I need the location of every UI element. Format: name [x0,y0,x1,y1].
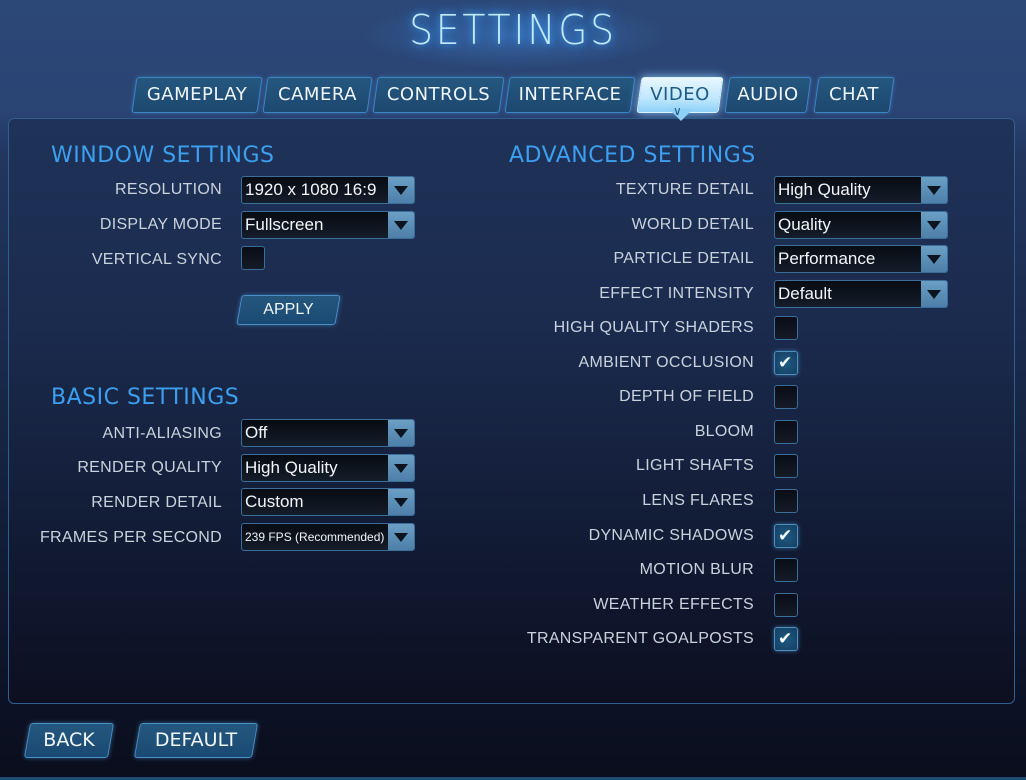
tab-audio[interactable]: AUDIO [724,77,812,113]
dropdown-arrow-icon [921,177,947,203]
render-quality-label: RENDER QUALITY [77,459,222,476]
advanced-checkbox[interactable]: ✔ [774,523,798,548]
advanced-checkbox[interactable] [774,454,798,479]
dropdown-arrow-icon [921,246,947,273]
tab-label: CONTROLS [386,84,491,105]
advanced-checkbox-label: DYNAMIC SHADOWS [588,526,754,544]
anti-aliasing-value: Off [245,423,268,442]
fps-label: FRAMES PER SECOND [39,529,222,546]
advanced-dropdown-value: Performance [778,249,876,269]
advanced-checkbox-label: LIGHT SHAFTS [636,457,754,475]
advanced-checkbox-label: WEATHER EFFECTS [593,595,754,613]
dropdown-arrow-icon [388,524,414,550]
advanced-checkbox[interactable] [774,558,798,583]
advanced-checkbox-label: TRANSPARENT GOALPOSTS [526,630,754,648]
advanced-dropdown-value: High Quality [778,180,871,199]
advanced-dropdown[interactable]: Quality [774,210,948,239]
advanced-dropdown-label: PARTICLE DETAIL [613,250,754,268]
display-mode-dropdown[interactable]: Fullscreen [241,211,415,239]
anti-aliasing-label: ANTI-ALIASING [102,425,222,442]
dropdown-arrow-icon [388,489,414,515]
tab-interface[interactable]: INTERFACE [504,77,636,113]
advanced-checkbox-label: LENS FLARES [642,492,754,509]
advanced-checkbox[interactable] [774,385,798,410]
dropdown-arrow-icon [388,177,414,203]
resolution-value: 1920 x 1080 16:9 [245,180,377,199]
advanced-checkbox[interactable] [774,419,798,444]
advanced-dropdown[interactable]: Default [774,280,948,309]
render-detail-dropdown[interactable]: Custom [241,488,415,516]
advanced-dropdown-label: EFFECT INTENSITY [599,285,754,303]
advanced-checkbox-label: BLOOM [694,422,754,440]
advanced-dropdown-label: WORLD DETAIL [631,215,754,233]
fps-dropdown[interactable]: 239 FPS (Recommended) [241,523,415,551]
display-mode-label: DISPLAY MODE [99,216,222,233]
advanced-checkbox[interactable] [774,316,798,340]
render-quality-dropdown[interactable]: High Quality [241,454,415,482]
dropdown-arrow-icon [388,420,414,446]
resolution-label: RESOLUTION [114,181,222,198]
basic-settings-title: BASIC SETTINGS [51,385,240,410]
advanced-checkbox-label: MOTION BLUR [639,561,754,579]
display-mode-value: Fullscreen [245,215,324,234]
check-icon: ✔ [778,525,793,546]
dropdown-arrow-icon [388,455,414,481]
dropdown-arrow-icon [921,211,947,238]
vertical-sync-checkbox[interactable] [241,246,265,270]
page-title: SETTINGS [409,6,617,54]
tab-bar: GAMEPLAY CAMERA CONTROLS INTERFACE VIDEO… [0,77,1026,113]
dropdown-arrow-icon [388,212,414,238]
resolution-dropdown[interactable]: 1920 x 1080 16:9 [241,176,415,204]
advanced-dropdown[interactable]: High Quality [774,176,948,204]
tab-label: CAMERA [278,84,357,105]
advanced-dropdown[interactable]: Performance [774,245,948,274]
advanced-checkbox[interactable] [774,489,798,513]
advanced-checkbox-label: AMBIENT OCCLUSION [578,353,754,371]
dropdown-arrow-icon [921,281,947,308]
tab-controls[interactable]: CONTROLS [372,77,505,113]
render-detail-value: Custom [245,492,304,511]
window-settings-title: WINDOW SETTINGS [51,143,275,168]
back-button[interactable]: BACK [23,723,115,758]
tab-label: INTERFACE [518,84,622,105]
tab-label: CHAT [828,84,879,105]
advanced-dropdown-value: Quality [778,214,831,234]
anti-aliasing-dropdown[interactable]: Off [241,419,415,447]
apply-label: APPLY [263,301,314,318]
advanced-settings-title: ADVANCED SETTINGS [509,143,756,168]
advanced-dropdown-label: TEXTURE DETAIL [615,181,754,198]
fps-value: 239 FPS (Recommended) [245,530,385,544]
check-icon: ✔ [778,629,793,650]
back-label: BACK [43,729,95,751]
default-button[interactable]: DEFAULT [133,723,259,758]
apply-button[interactable]: APPLY [236,295,341,325]
tab-label: AUDIO [737,84,799,105]
render-quality-value: High Quality [245,458,338,477]
tab-chat[interactable]: CHAT [813,77,895,113]
chevron-down-icon: ∨ [673,104,682,118]
tab-gameplay[interactable]: GAMEPLAY [131,77,263,113]
tab-camera[interactable]: CAMERA [262,77,373,113]
tab-label: GAMEPLAY [146,84,248,105]
advanced-checkbox[interactable]: ✔ [774,627,798,652]
advanced-checkbox-label: DEPTH OF FIELD [619,388,754,406]
advanced-dropdown-value: Default [778,284,832,304]
advanced-checkbox-label: HIGH QUALITY SHADERS [553,319,754,336]
vertical-sync-label: VERTICAL SYNC [91,251,222,268]
advanced-checkbox[interactable] [774,592,798,617]
render-detail-label: RENDER DETAIL [91,494,222,511]
settings-panel [8,118,1015,704]
default-label: DEFAULT [154,729,238,751]
check-icon: ✔ [778,352,793,373]
advanced-checkbox[interactable]: ✔ [774,350,798,375]
